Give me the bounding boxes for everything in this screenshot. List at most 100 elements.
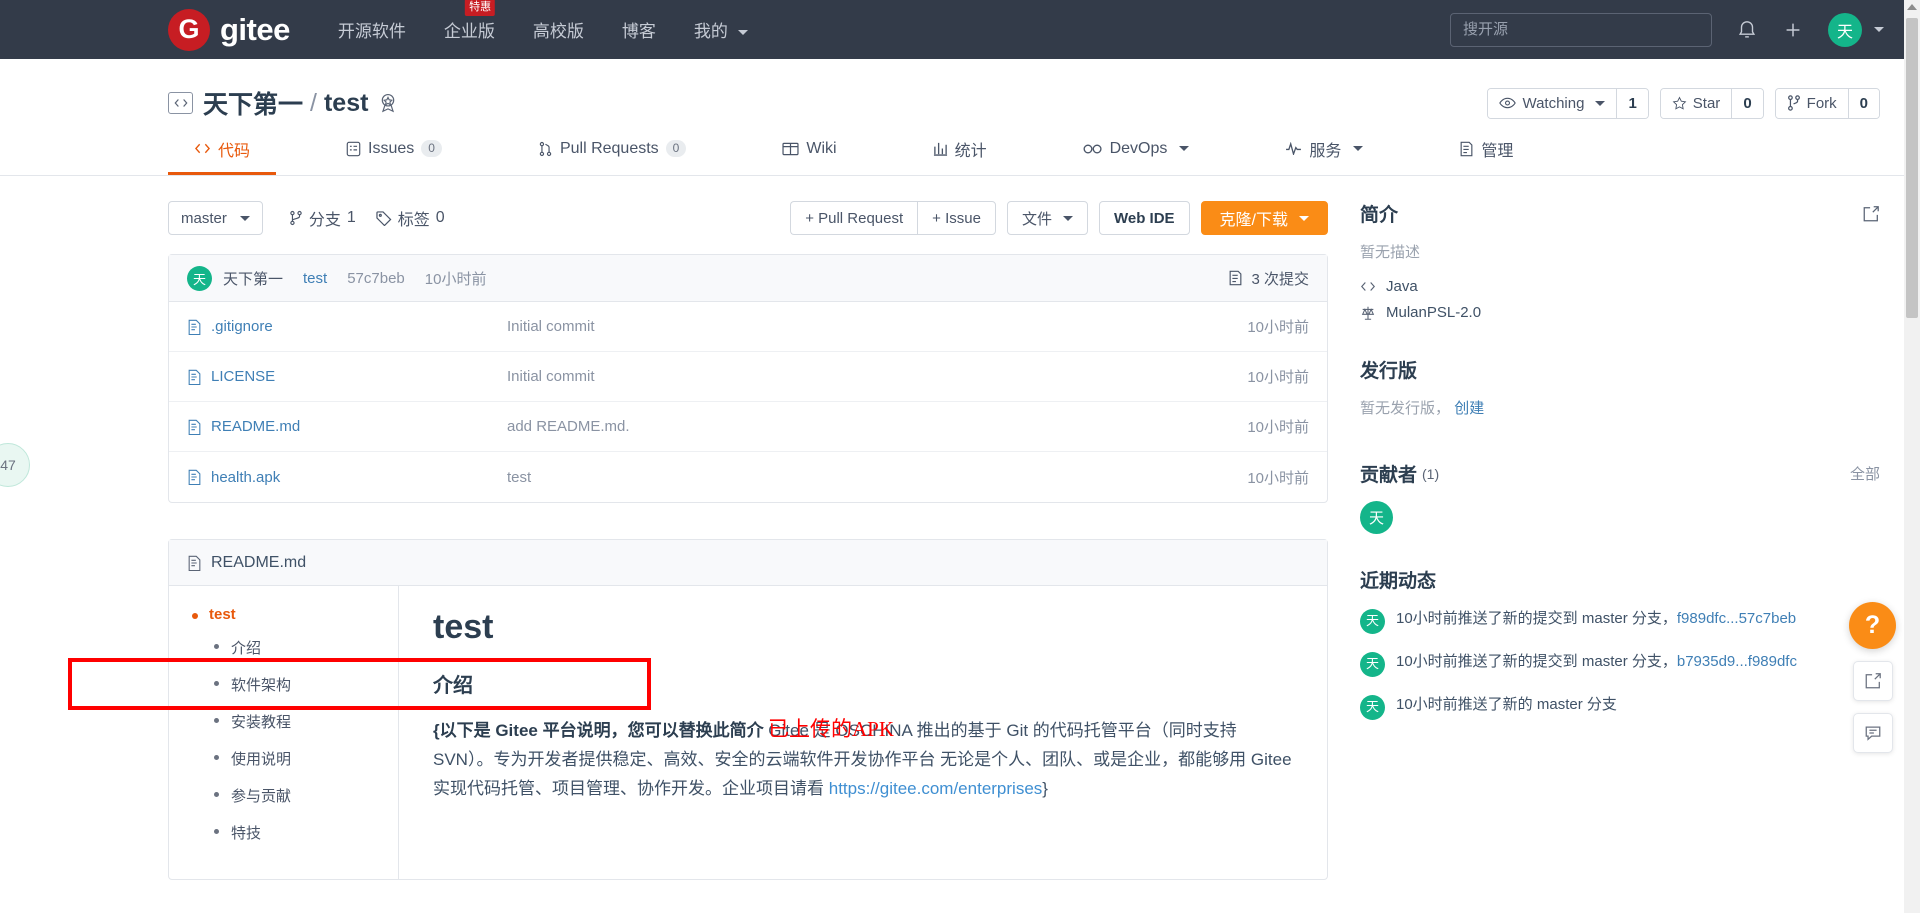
intro-description: 暂无描述 [1360,244,1421,261]
repo-header: 天下第一 / test Watching 1 Star 0 Fork 0 代码 … [0,59,1920,176]
repo-owner-link[interactable]: 天下第一 [203,85,303,121]
edit-icon[interactable] [1862,205,1880,223]
branches-link[interactable]: 分支 1 [289,206,356,230]
tab-issues[interactable]: Issues 0 [320,125,468,175]
toc-item-architecture[interactable]: 软件架构 [209,674,384,695]
tab-code[interactable]: 代码 [168,125,277,175]
toc-item-tricks[interactable]: 特技 [209,822,384,843]
commit-message-link[interactable]: test [303,270,327,287]
file-icon [188,555,201,571]
contributor-avatar[interactable]: 天 [1360,501,1393,534]
table-row[interactable]: LICENSE Initial commit 10小时前 [169,352,1327,402]
readme-body: test 介绍 软件架构 安装教程 使用说明 参与贡献 特技 test 介绍 {… [169,586,1327,879]
commit-history-link[interactable]: 3 次提交 [1228,268,1309,289]
toc-root-list: test 介绍 软件架构 安装教程 使用说明 参与贡献 特技 [189,606,384,843]
toc-root-item[interactable]: test 介绍 软件架构 安装教程 使用说明 参与贡献 特技 [189,606,384,843]
nav-link-university[interactable]: 高校版 [533,17,584,42]
tab-wiki[interactable]: Wiki [756,125,862,175]
new-pull-request-button[interactable]: + Pull Request [790,201,918,235]
plus-icon[interactable] [1782,19,1804,41]
right-sidebar: 简介 暂无描述 Java MulanPSL-2.0 发行版 暂无发行版， 创建 … [1360,176,1880,913]
readme-enterprise-link[interactable]: https://gitee.com/enterprises [829,779,1043,798]
tab-label: DevOps [1109,139,1168,157]
nav-link-opensource[interactable]: 开源软件 [338,17,406,42]
fork-count[interactable]: 0 [1847,88,1879,118]
files-dropdown-button[interactable]: 文件 [1006,201,1088,235]
list-item: 天 10小时前推送了新的提交到 master 分支，f989dfc...57c7… [1360,607,1880,634]
readme-paragraph-bold: {以下是 Gitee 平台说明，您可以替换此简介 [433,721,764,740]
commit-author-link[interactable]: 天下第一 [223,268,283,289]
repo-name-link[interactable]: test [324,89,368,118]
contributors-all-link[interactable]: 全部 [1850,463,1880,484]
user-menu[interactable]: 天 [1828,12,1884,47]
gitee-logo[interactable]: G gitee [168,8,290,51]
fork-button[interactable]: Fork [1775,88,1848,118]
tab-label: Pull Requests [559,139,659,157]
avatar: 天 [1360,609,1385,634]
file-link[interactable]: .gitignore [187,318,507,335]
chat-icon[interactable] [1852,713,1893,753]
commit-sha[interactable]: 57c7beb [347,270,405,287]
activity-text-wrap: 10小时前推送了新的提交到 master 分支，f989dfc...57c7be… [1396,607,1796,634]
file-link[interactable]: README.md [187,418,507,435]
nav-link-enterprise[interactable]: 特惠 企业版 [444,0,496,42]
tab-statistics[interactable]: 统计 [907,125,1013,175]
tab-pull-requests[interactable]: Pull Requests 0 [512,125,712,175]
contributors-title: 贡献者 [1360,465,1418,486]
scrollbar-up-arrow[interactable] [1907,4,1917,10]
releases-empty-text: 暂无发行版， [1360,400,1451,417]
file-link[interactable]: health.apk [187,469,507,486]
fork-button-group: Fork 0 [1774,87,1880,119]
file-commit-message: add README.md. [507,418,630,435]
repo-meta-links: 分支 1 标签 0 [289,206,445,230]
file-name-label: .gitignore [211,318,273,335]
branch-selector[interactable]: master [168,201,263,235]
table-row[interactable]: health.apk test 10小时前 [169,452,1327,502]
tab-services[interactable]: 服务 [1259,125,1389,175]
share-icon[interactable] [1852,661,1893,701]
license-link[interactable]: MulanPSL-2.0 [1386,304,1481,321]
tab-devops[interactable]: DevOps [1057,125,1216,175]
intro-heading: 简介 [1360,200,1880,227]
tags-link[interactable]: 标签 0 [376,206,445,230]
avatar: 天 [1828,12,1862,47]
help-button[interactable]: ? [1849,602,1896,649]
activity-text: 10小时前推送了新的 master 分支 [1396,696,1617,713]
watch-button[interactable]: Watching [1488,88,1617,118]
new-issue-button[interactable]: + Issue [917,201,996,235]
search-input[interactable] [1450,12,1712,47]
watch-count[interactable]: 1 [1616,88,1648,118]
create-release-link[interactable]: 创建 [1454,400,1484,417]
bell-icon[interactable] [1736,19,1758,41]
toc-item-intro[interactable]: 介绍 [209,637,384,658]
nav-link-mine[interactable]: 我的 [694,17,748,42]
clone-download-button[interactable]: 克隆/下载 [1200,201,1328,235]
file-browser-card: 天 天下第一 test 57c7beb 10小时前 3 次提交 .gitigno… [168,254,1328,503]
nav-link-blog[interactable]: 博客 [622,17,656,42]
tags-label: 标签 [397,212,430,229]
file-updated-time: 10小时前 [1247,469,1309,487]
toc-item-usage[interactable]: 使用说明 [209,748,384,769]
language-link[interactable]: Java [1386,278,1418,295]
toc-item-contribute[interactable]: 参与贡献 [209,785,384,806]
top-navbar: G gitee 开源软件 特惠 企业版 高校版 博客 我的 搜开源 天 [0,0,1920,59]
toc-item-install[interactable]: 安装教程 [209,711,384,732]
commit-time: 10小时前 [424,270,487,288]
activity-text: 10小时前推送了新的提交到 master 分支， [1396,653,1677,670]
file-updated-time: 10小时前 [1247,369,1309,386]
table-row[interactable]: README.md add README.md. 10小时前 [169,402,1327,452]
page-scrollbar[interactable] [1904,0,1920,913]
watch-button-group: Watching 1 [1487,87,1649,119]
star-count[interactable]: 0 [1731,88,1763,118]
activity-commit-link[interactable]: f989dfc...57c7beb [1677,610,1796,627]
file-name-label: LICENSE [211,368,276,385]
table-row[interactable]: .gitignore Initial commit 10小时前 [169,302,1327,352]
star-button[interactable]: Star [1660,88,1732,118]
activity-commit-link[interactable]: b7935d9...f989dfc [1677,653,1797,670]
file-link[interactable]: LICENSE [187,368,507,385]
scrollbar-thumb[interactable] [1906,18,1918,318]
tab-manage[interactable]: 管理 [1433,125,1539,175]
web-ide-button[interactable]: Web IDE [1098,201,1190,235]
scale-icon [1361,306,1375,320]
